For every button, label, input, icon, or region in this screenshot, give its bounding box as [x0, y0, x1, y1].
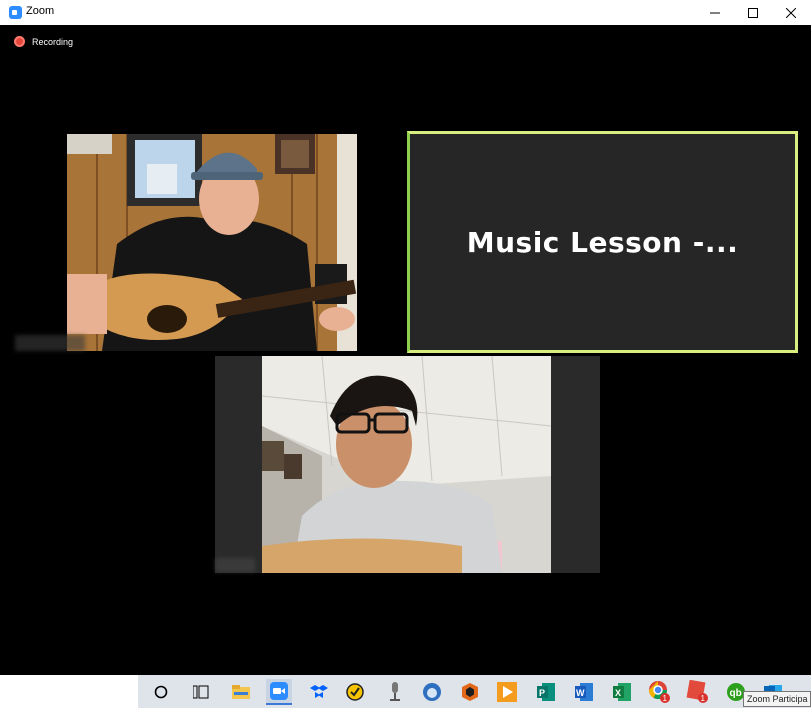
participant-video-student[interactable]: [262, 356, 551, 573]
svg-text:1: 1: [701, 694, 706, 703]
slides-app-icon[interactable]: [494, 679, 520, 705]
recording-indicator[interactable]: Recording: [14, 36, 73, 47]
maximize-icon: [748, 7, 758, 18]
norton-icon[interactable]: [342, 679, 368, 705]
chrome-icon[interactable]: 1: [647, 679, 673, 705]
minimize-icon: [710, 12, 720, 13]
task-view-icon[interactable]: [188, 679, 214, 705]
svg-text:P: P: [539, 688, 545, 698]
microphone-app-icon[interactable]: [382, 679, 408, 705]
word-icon[interactable]: W: [571, 679, 597, 705]
windows-taskbar: P W X 1 1 qb: [0, 675, 811, 708]
cortana-circle-icon[interactable]: [148, 679, 174, 705]
student-video-image: [262, 356, 551, 573]
zoom-window: Zoom Recording Music Lesson -... P W X 1…: [0, 0, 811, 708]
participant-tile-active-speaker[interactable]: Music Lesson -...: [407, 131, 798, 353]
file-explorer-icon[interactable]: [228, 679, 254, 705]
svg-text:qb: qb: [730, 688, 742, 699]
excel-icon[interactable]: X: [609, 679, 635, 705]
title-bar: Zoom: [0, 0, 811, 25]
recording-label: Recording: [32, 36, 74, 47]
zoom-icon[interactable]: [266, 679, 292, 705]
window-title: Zoom: [26, 5, 55, 17]
svg-text:X: X: [615, 688, 621, 698]
taskbar-tooltip: Zoom Participa: [743, 691, 811, 707]
orange-app-icon[interactable]: [457, 679, 483, 705]
participant-display-name: Music Lesson -...: [466, 225, 739, 259]
publisher-icon[interactable]: P: [533, 679, 559, 705]
zoom-app-icon: [9, 6, 22, 19]
thunderbird-icon[interactable]: [419, 679, 445, 705]
taskbar-search-area[interactable]: [0, 675, 138, 708]
red-app-icon[interactable]: 1: [685, 679, 711, 705]
student-name-tag: [215, 558, 255, 572]
svg-text:W: W: [576, 688, 585, 698]
teacher-video-image: [67, 134, 357, 351]
participant-video-teacher[interactable]: [67, 134, 357, 351]
minimize-button[interactable]: [696, 0, 734, 25]
close-button[interactable]: [772, 0, 810, 25]
recording-dot-icon: [14, 36, 25, 47]
teacher-name-tag: [15, 335, 85, 351]
maximize-button[interactable]: [734, 0, 772, 25]
dropbox-icon[interactable]: [306, 679, 332, 705]
close-icon: [786, 7, 796, 18]
svg-text:1: 1: [663, 694, 668, 703]
